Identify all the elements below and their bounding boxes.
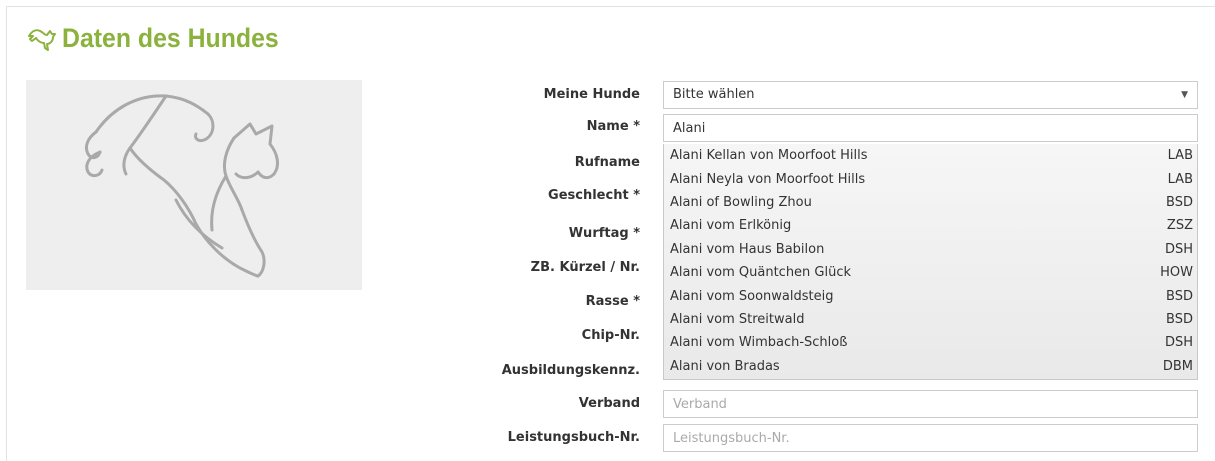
label-rufname: Rufname bbox=[574, 155, 640, 170]
verband-input[interactable] bbox=[663, 390, 1198, 418]
autocomplete-item-name: Alani Kellan von Moorfoot Hills bbox=[670, 148, 868, 164]
autocomplete-item-breed-code: DSH bbox=[1164, 241, 1193, 257]
leistungsbuch-nr-input[interactable] bbox=[663, 424, 1198, 452]
autocomplete-item-name: Alani von Bradas bbox=[670, 358, 780, 374]
autocomplete-item-breed-code: LAB bbox=[1167, 171, 1193, 187]
autocomplete-item-name: Alani vom Streitwald bbox=[670, 311, 805, 327]
autocomplete-item[interactable]: Alani vom Erlkönig ZSZ bbox=[664, 214, 1197, 237]
autocomplete-item[interactable]: Alani vom Haus Babilon DSH bbox=[664, 238, 1197, 261]
label-geschlecht: Geschlecht * bbox=[548, 188, 640, 203]
label-verband: Verband bbox=[578, 396, 640, 411]
autocomplete-item-breed-code: BSD bbox=[1166, 311, 1193, 327]
autocomplete-item[interactable]: Alani von Bradas DBM bbox=[664, 355, 1197, 378]
name-input[interactable] bbox=[663, 114, 1198, 142]
meine-hunde-selected-value: Bitte wählen bbox=[673, 87, 755, 102]
autocomplete-item[interactable]: Alani vom Wimbach-Schloß DSH bbox=[664, 331, 1197, 354]
autocomplete-item-name: Alani vom Wimbach-Schloß bbox=[670, 335, 848, 351]
name-autocomplete-list: Alani Kellan von Moorfoot Hills LAB Alan… bbox=[663, 144, 1198, 380]
autocomplete-item[interactable]: Alani vom Quäntchen Glück HOW bbox=[664, 261, 1197, 284]
autocomplete-item-breed-code: DBM bbox=[1162, 358, 1193, 374]
chevron-down-icon: ▼ bbox=[1181, 90, 1188, 100]
label-zb-kuerzel: ZB. Kürzel / Nr. bbox=[530, 260, 640, 275]
label-rasse: Rasse * bbox=[585, 294, 640, 309]
autocomplete-item[interactable]: Alani Neyla von Moorfoot Hills LAB bbox=[664, 167, 1197, 190]
autocomplete-item[interactable]: Alani of Bowling Zhou BSD bbox=[664, 191, 1197, 214]
autocomplete-item-breed-code: DSH bbox=[1164, 335, 1193, 351]
label-chip-nr: Chip-Nr. bbox=[581, 328, 640, 343]
label-name: Name * bbox=[586, 119, 640, 134]
dog-jump-icon bbox=[28, 29, 56, 51]
label-wurftag: Wurftag * bbox=[568, 226, 640, 241]
dog-silhouette-icon bbox=[84, 94, 279, 278]
label-ausbildungskennz: Ausbildungskennz. bbox=[501, 363, 640, 378]
autocomplete-item-name: Alani vom Haus Babilon bbox=[670, 241, 825, 257]
autocomplete-item[interactable]: Alani vom Soonwaldsteig BSD bbox=[664, 284, 1197, 307]
section-title: Daten des Hundes bbox=[62, 22, 279, 53]
label-meine-hunde: Meine Hunde bbox=[543, 87, 640, 102]
autocomplete-item-name: Alani vom Erlkönig bbox=[670, 218, 792, 234]
autocomplete-item-name: Alani vom Quäntchen Glück bbox=[670, 265, 852, 281]
autocomplete-item-name: Alani Neyla von Moorfoot Hills bbox=[670, 171, 866, 187]
meine-hunde-select[interactable]: Bitte wählen ▼ bbox=[663, 81, 1198, 109]
autocomplete-item-breed-code: LAB bbox=[1167, 148, 1193, 164]
dog-photo-placeholder bbox=[26, 80, 362, 290]
section-heading: Daten des Hundes bbox=[26, 18, 298, 58]
label-leistungsbuch-nr: Leistungsbuch-Nr. bbox=[507, 430, 640, 445]
autocomplete-item-name: Alani vom Soonwaldsteig bbox=[670, 288, 834, 304]
autocomplete-item-breed-code: BSD bbox=[1166, 194, 1193, 210]
autocomplete-item-breed-code: HOW bbox=[1160, 265, 1193, 281]
autocomplete-item-name: Alani of Bowling Zhou bbox=[670, 194, 812, 210]
autocomplete-item[interactable]: Alani Kellan von Moorfoot Hills LAB bbox=[664, 144, 1197, 167]
autocomplete-item[interactable]: Alani vom Streitwald BSD bbox=[664, 308, 1197, 331]
autocomplete-item-breed-code: BSD bbox=[1166, 288, 1193, 304]
panel-border-top bbox=[6, 6, 1215, 7]
autocomplete-item-breed-code: ZSZ bbox=[1166, 218, 1193, 234]
panel-border-left bbox=[6, 6, 7, 461]
